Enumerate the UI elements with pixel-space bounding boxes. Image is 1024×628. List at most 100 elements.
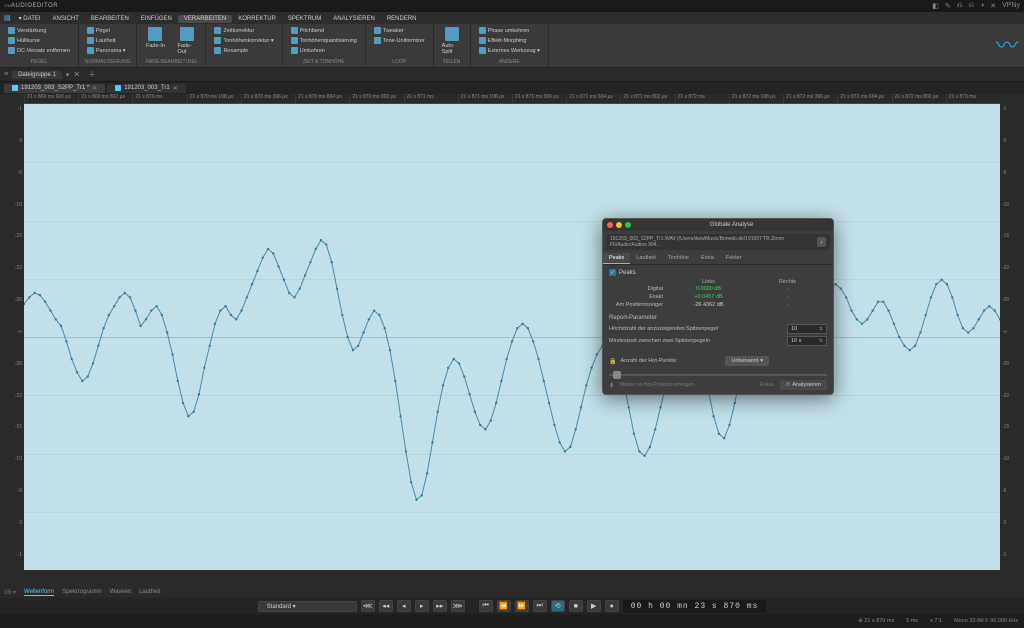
minimize-icon[interactable] — [616, 222, 622, 228]
menu-bearbeiten[interactable]: BEARBEITEN — [85, 15, 135, 23]
nav-icon[interactable]: ≡ — [4, 71, 8, 78]
timecode-display: 00 h 00 mn 23 s 870 ms — [623, 600, 767, 613]
jog-back-icon[interactable]: ⋘ — [361, 600, 375, 612]
ribbon-fade-in[interactable]: Fade-In — [143, 26, 167, 58]
ribbon-group-label: FADE-BEARBEITUNG — [143, 58, 199, 67]
nudge-back-icon[interactable]: ◂ — [397, 600, 411, 612]
zoom-icon[interactable] — [625, 222, 631, 228]
ribbon-tone-uniformizer[interactable]: Tone-Uniformizer — [372, 36, 427, 45]
file-tab[interactable]: 191203_003_Tr1✕ — [107, 84, 186, 93]
tb-icon[interactable]: ✎ — [945, 2, 951, 10]
ribbon-zeitkorrektur[interactable]: Zeitkorrektur — [212, 26, 275, 35]
tab-group-label[interactable]: Dateigruppe 1 — [12, 71, 62, 79]
ruler-tick: 21 s 871 ms — [404, 94, 458, 103]
ribbon-resample[interactable]: Resample — [212, 46, 275, 55]
hotpoints-label: Anzahl der Hot-Punkte: — [620, 358, 677, 364]
skip-end-icon[interactable]: ⏭ — [533, 600, 547, 612]
menu-einfügen[interactable]: EINFÜGEN — [135, 15, 178, 23]
ribbon-pegel[interactable]: Pegel — [85, 26, 128, 35]
skip-start-icon[interactable]: ⏮ — [479, 600, 493, 612]
dialog-title: Globale Analyse — [634, 222, 829, 228]
tb-icon[interactable]: ⎌ — [957, 2, 963, 10]
status-pos: ⊕ 21 s 870 ms — [858, 618, 894, 624]
unbenannt-button[interactable]: Unbenannt▾ — [725, 356, 769, 366]
col-links: Links — [669, 279, 748, 285]
menu-verarbeiten[interactable]: VERARBEITEN — [178, 15, 232, 23]
ribbon-h-llkurve[interactable]: Hüllkurve — [6, 36, 72, 45]
ruler-tick: 21 s 870 ms 604 µs — [295, 94, 349, 103]
time-ruler[interactable]: 21 s 869 ms 600 µs21 s 869 ms 802 µs21 s… — [24, 94, 1000, 104]
loop-icon[interactable]: ⟲ — [551, 600, 565, 612]
view-tab-spektrogramm[interactable]: Spektrogramm — [62, 589, 101, 595]
waveform[interactable] — [24, 104, 1000, 570]
ribbon-verst-rkung[interactable]: Verstärkung — [6, 26, 72, 35]
ribbon-effekt-morphing[interactable]: Effekt-Morphing — [477, 36, 542, 45]
dialog-tab-fehler[interactable]: Fehler — [720, 253, 748, 264]
rewind-icon[interactable]: ⏪ — [497, 600, 511, 612]
ribbon-fade-out[interactable]: Fade-Out — [175, 26, 199, 58]
step-fwd-icon[interactable]: ▸▸ — [433, 600, 447, 612]
vscale-tick: -15 — [1002, 424, 1022, 430]
peak-value-right: - — [748, 302, 827, 308]
fokus-label[interactable]: Fokus — [760, 382, 774, 388]
add-group-icon[interactable]: ✕ — [69, 70, 84, 79]
record-icon[interactable]: ● — [605, 600, 619, 612]
tb-icon[interactable]: ✕ — [990, 2, 996, 10]
tb-icon[interactable]: ◑ — [980, 2, 984, 10]
col-rechts: Rechts — [748, 279, 827, 285]
ffwd-icon[interactable]: ⏩ — [515, 600, 529, 612]
hotpoints-slider[interactable] — [609, 374, 827, 376]
menu-spektrum[interactable]: SPEKTRUM — [282, 15, 327, 23]
view-tab-wavelet[interactable]: Wavelet — [110, 589, 131, 595]
ruler-tick: 21 s 869 ms 600 µs — [24, 94, 78, 103]
play-icon[interactable]: ▶ — [587, 600, 601, 612]
step-back-icon[interactable]: ◂◂ — [379, 600, 393, 612]
file-tab[interactable]: 191203_003_S2PP_Tr1 *✕ — [4, 84, 105, 93]
jog-fwd-icon[interactable]: ⋙ — [451, 600, 465, 612]
analyse-button[interactable]: ⟳Analysieren — [780, 380, 827, 390]
ribbon-dc-versatz-entfernen[interactable]: DC-Versatz entfernen — [6, 46, 72, 55]
ribbon-auto-split[interactable]: Auto-Split — [440, 26, 464, 58]
nudge-fwd-icon[interactable]: ▸ — [415, 600, 429, 612]
menu-ansicht[interactable]: ANSICHT — [47, 15, 85, 23]
menu-rendern[interactable]: RENDERN — [381, 15, 423, 23]
menu-analysieren[interactable]: ANALYSIEREN — [327, 15, 381, 23]
menu-datei[interactable]: ▾ DATEI — [13, 15, 47, 23]
param2-spinner[interactable]: 10 s⇅ — [787, 336, 827, 346]
ribbon-phase-umkehren[interactable]: Phase umkehren — [477, 26, 542, 35]
view-tab-lautheit[interactable]: Lautheit — [139, 589, 160, 595]
ribbon-umkehren[interactable]: Umkehren — [289, 46, 359, 55]
dialog-tab-extra[interactable]: Extra — [695, 253, 720, 264]
status-zoom: x 7:1 — [930, 618, 942, 624]
dialog-tab-tonhöhe[interactable]: Tonhöhe — [662, 253, 695, 264]
ribbon-panorama--[interactable]: Panorama ▾ — [85, 46, 128, 55]
vscale-tick: -30 — [1002, 297, 1022, 303]
ribbon-tonh-henkorrektur--[interactable]: Tonhöhenkorrektur ▾ — [212, 36, 275, 45]
marker-icon[interactable]: ⬇ — [609, 382, 614, 389]
dialog-tab-lautheit[interactable]: Lautheit — [630, 253, 662, 264]
ribbon-group-label: ANDERE — [477, 58, 542, 67]
ribbon-tweaker[interactable]: Tweaker — [372, 26, 427, 35]
view-tab-wellenform[interactable]: Wellenform — [24, 589, 54, 596]
add-tab-icon[interactable]: ＋ — [84, 69, 100, 80]
ribbon-group-label: ZEIT & TONHÖHE — [289, 58, 359, 67]
ribbon-pitchbend[interactable]: Pitchbend — [289, 26, 359, 35]
ribbon-externes-werkzeug--[interactable]: Externes Werkzeug ▾ — [477, 46, 542, 55]
db-label[interactable]: dB ▾ — [4, 589, 16, 596]
param1-spinner[interactable]: 10⇅ — [787, 324, 827, 334]
close-icon[interactable] — [607, 222, 613, 228]
dialog-titlebar[interactable]: Globale Analyse — [603, 219, 833, 231]
vscale-tick: -10 — [1002, 456, 1022, 462]
peaks-checkbox[interactable]: ✓ — [609, 269, 616, 276]
ribbon-lautheit[interactable]: Lautheit — [85, 36, 128, 45]
add-file-icon[interactable]: ＋ — [817, 237, 826, 247]
transport-mode-select[interactable]: Standard ▾ — [258, 601, 357, 612]
dialog-tab-peaks[interactable]: Peaks — [603, 253, 630, 264]
menu-korrektur[interactable]: KORREKTUR — [232, 15, 282, 23]
ribbon-tonh-henquantisierung[interactable]: Tonhöhenquantisierung — [289, 36, 359, 45]
tb-icon[interactable]: ⎌ — [968, 2, 974, 10]
ruler-tick: 21 s 873 ms — [946, 94, 1000, 103]
tb-icon[interactable]: ◧ — [932, 2, 939, 10]
stop-icon[interactable]: ■ — [569, 600, 583, 612]
peak-value-right: - — [748, 294, 827, 300]
